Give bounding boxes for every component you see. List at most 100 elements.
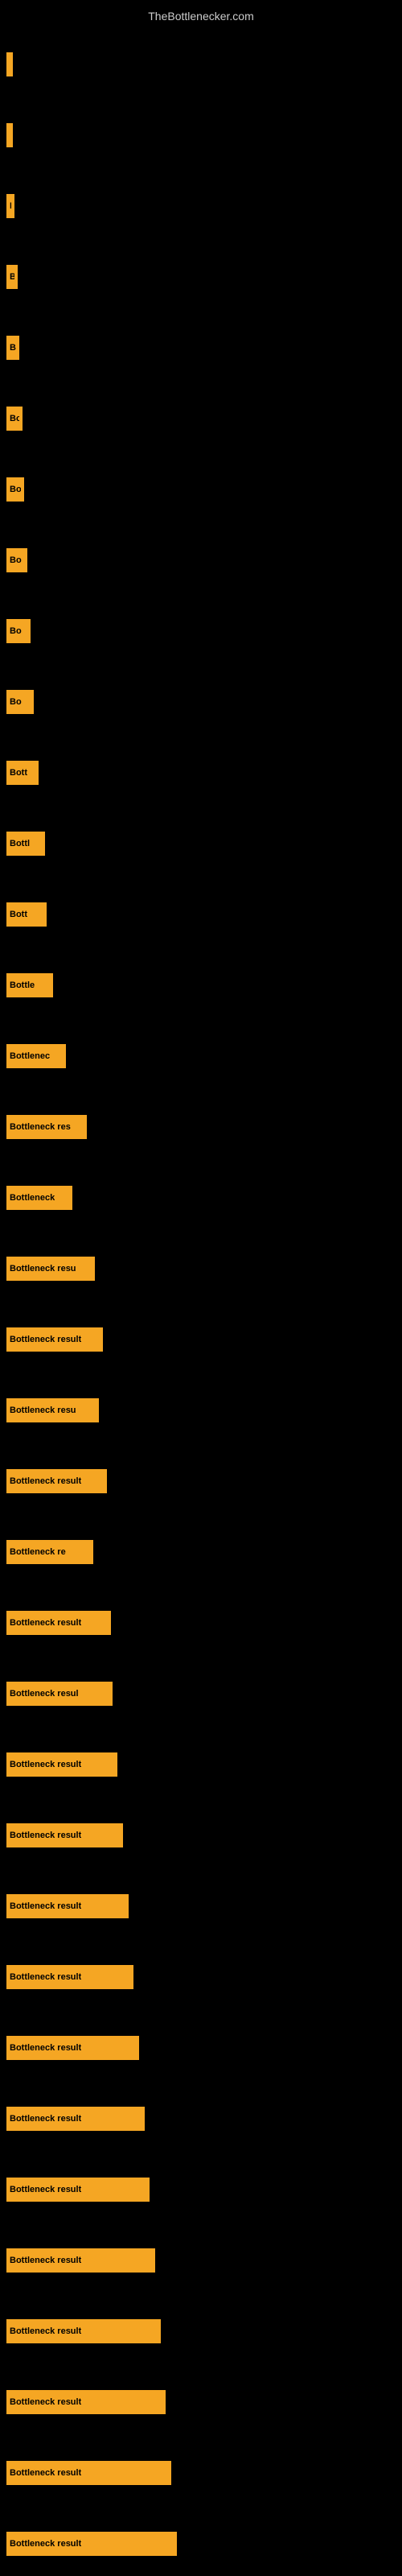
bar-label-30: Bottleneck result xyxy=(10,2185,81,2194)
bar-28: Bottleneck result xyxy=(6,2036,139,2060)
bar-row: Bottl xyxy=(6,832,396,856)
bar-label-10: Bott xyxy=(10,768,27,778)
bar-label-27: Bottleneck result xyxy=(10,1972,81,1982)
bar-19: Bottleneck resu xyxy=(6,1398,99,1422)
bar-31: Bottleneck result xyxy=(6,2248,155,2273)
bar-row: Bottleneck result xyxy=(6,1823,396,1847)
bar-22: Bottleneck result xyxy=(6,1611,111,1635)
bar-label-28: Bottleneck result xyxy=(10,2043,81,2053)
bar-row: Bottleneck re xyxy=(6,1540,396,1564)
bar-label-20: Bottleneck result xyxy=(10,1476,81,1486)
bar-17: Bottleneck resu xyxy=(6,1257,95,1281)
bar-row: Bottleneck result xyxy=(6,2390,396,2414)
bar-12: Bott xyxy=(6,902,47,927)
bar-7: Bo xyxy=(6,548,27,572)
bar-label-11: Bottl xyxy=(10,839,30,848)
bar-row: Bottleneck result xyxy=(6,2248,396,2273)
bar-2: B xyxy=(6,194,14,218)
bar-row: Bottleneck result xyxy=(6,2532,396,2556)
bar-21: Bottleneck re xyxy=(6,1540,93,1564)
bar-4: B xyxy=(6,336,19,360)
bar-14: Bottlenec xyxy=(6,1044,66,1068)
bar-label-2: B xyxy=(10,201,11,211)
bar-label-6: Bo xyxy=(10,485,21,494)
bar-label-32: Bottleneck result xyxy=(10,2326,81,2336)
bar-row: Bottleneck result xyxy=(6,1894,396,1918)
bar-label-21: Bottleneck re xyxy=(10,1547,66,1557)
bar-18: Bottleneck result xyxy=(6,1327,103,1352)
bar-16: Bottleneck xyxy=(6,1186,72,1210)
bar-label-9: Bo xyxy=(10,697,22,707)
bar-row: Bottleneck result xyxy=(6,2319,396,2343)
bar-row: Bott xyxy=(6,902,396,927)
bar-label-16: Bottleneck xyxy=(10,1193,55,1203)
bar-label-24: Bottleneck result xyxy=(10,1760,81,1769)
bar-6: Bo xyxy=(6,477,24,502)
bar-30: Bottleneck result xyxy=(6,2178,150,2202)
bar-25: Bottleneck result xyxy=(6,1823,123,1847)
bar-row: Bottleneck result xyxy=(6,2461,396,2485)
bar-row: B xyxy=(6,194,396,218)
bar-row: B xyxy=(6,265,396,289)
bar-0 xyxy=(6,52,13,76)
bar-9: Bo xyxy=(6,690,34,714)
bar-row: B xyxy=(6,336,396,360)
bar-label-4: B xyxy=(10,343,16,353)
bar-35: Bottleneck result xyxy=(6,2532,177,2556)
bar-label-5: Bo xyxy=(10,414,19,423)
bar-13: Bottle xyxy=(6,973,53,997)
bar-label-33: Bottleneck result xyxy=(10,2397,81,2407)
bar-20: Bottleneck result xyxy=(6,1469,107,1493)
bar-29: Bottleneck result xyxy=(6,2107,145,2131)
bar-11: Bottl xyxy=(6,832,45,856)
bar-row: Bottleneck resul xyxy=(6,1682,396,1706)
bar-label-26: Bottleneck result xyxy=(10,1901,81,1911)
bar-1: s xyxy=(6,123,13,147)
bar-10: Bott xyxy=(6,761,39,785)
bar-label-14: Bottlenec xyxy=(10,1051,50,1061)
bar-label-35: Bottleneck result xyxy=(10,2539,81,2549)
bar-row: Bo xyxy=(6,477,396,502)
bar-row: Bottleneck result xyxy=(6,1611,396,1635)
bar-27: Bottleneck result xyxy=(6,1965,133,1989)
bar-row: Bottleneck result xyxy=(6,1965,396,1989)
bar-row: Bottle xyxy=(6,973,396,997)
bar-label-34: Bottleneck result xyxy=(10,2468,81,2478)
bar-row: Bottlenec xyxy=(6,1044,396,1068)
bar-row: Bott xyxy=(6,761,396,785)
bar-row: Bo xyxy=(6,690,396,714)
bar-label-8: Bo xyxy=(10,626,22,636)
bar-label-19: Bottleneck resu xyxy=(10,1406,76,1415)
bar-34: Bottleneck result xyxy=(6,2461,171,2485)
bar-label-29: Bottleneck result xyxy=(10,2114,81,2124)
bar-row: Bottleneck resu xyxy=(6,1398,396,1422)
bar-row: Bottleneck result xyxy=(6,2178,396,2202)
bar-32: Bottleneck result xyxy=(6,2319,161,2343)
bar-label-17: Bottleneck resu xyxy=(10,1264,76,1274)
bar-row: Bottleneck res xyxy=(6,1115,396,1139)
bar-label-18: Bottleneck result xyxy=(10,1335,81,1344)
bar-label-15: Bottleneck res xyxy=(10,1122,71,1132)
bar-label-23: Bottleneck resul xyxy=(10,1689,79,1699)
bar-row: Bottleneck result xyxy=(6,1469,396,1493)
bar-row: Bottleneck xyxy=(6,1186,396,1210)
bar-row: Bo xyxy=(6,548,396,572)
bar-15: Bottleneck res xyxy=(6,1115,87,1139)
bar-label-22: Bottleneck result xyxy=(10,1618,81,1628)
bar-row: Bo xyxy=(6,619,396,643)
bar-8: Bo xyxy=(6,619,31,643)
bar-row: Bottleneck result xyxy=(6,1327,396,1352)
bar-label-12: Bott xyxy=(10,910,27,919)
bar-5: Bo xyxy=(6,407,23,431)
bar-3: B xyxy=(6,265,18,289)
bar-label-3: B xyxy=(10,272,14,282)
bar-row: Bo xyxy=(6,407,396,431)
bar-label-31: Bottleneck result xyxy=(10,2256,81,2265)
bar-row: Bottleneck result xyxy=(6,1752,396,1777)
bar-24: Bottleneck result xyxy=(6,1752,117,1777)
bar-label-25: Bottleneck result xyxy=(10,1831,81,1840)
bar-26: Bottleneck result xyxy=(6,1894,129,1918)
bar-row xyxy=(6,52,396,76)
bar-33: Bottleneck result xyxy=(6,2390,166,2414)
bar-label-13: Bottle xyxy=(10,980,35,990)
